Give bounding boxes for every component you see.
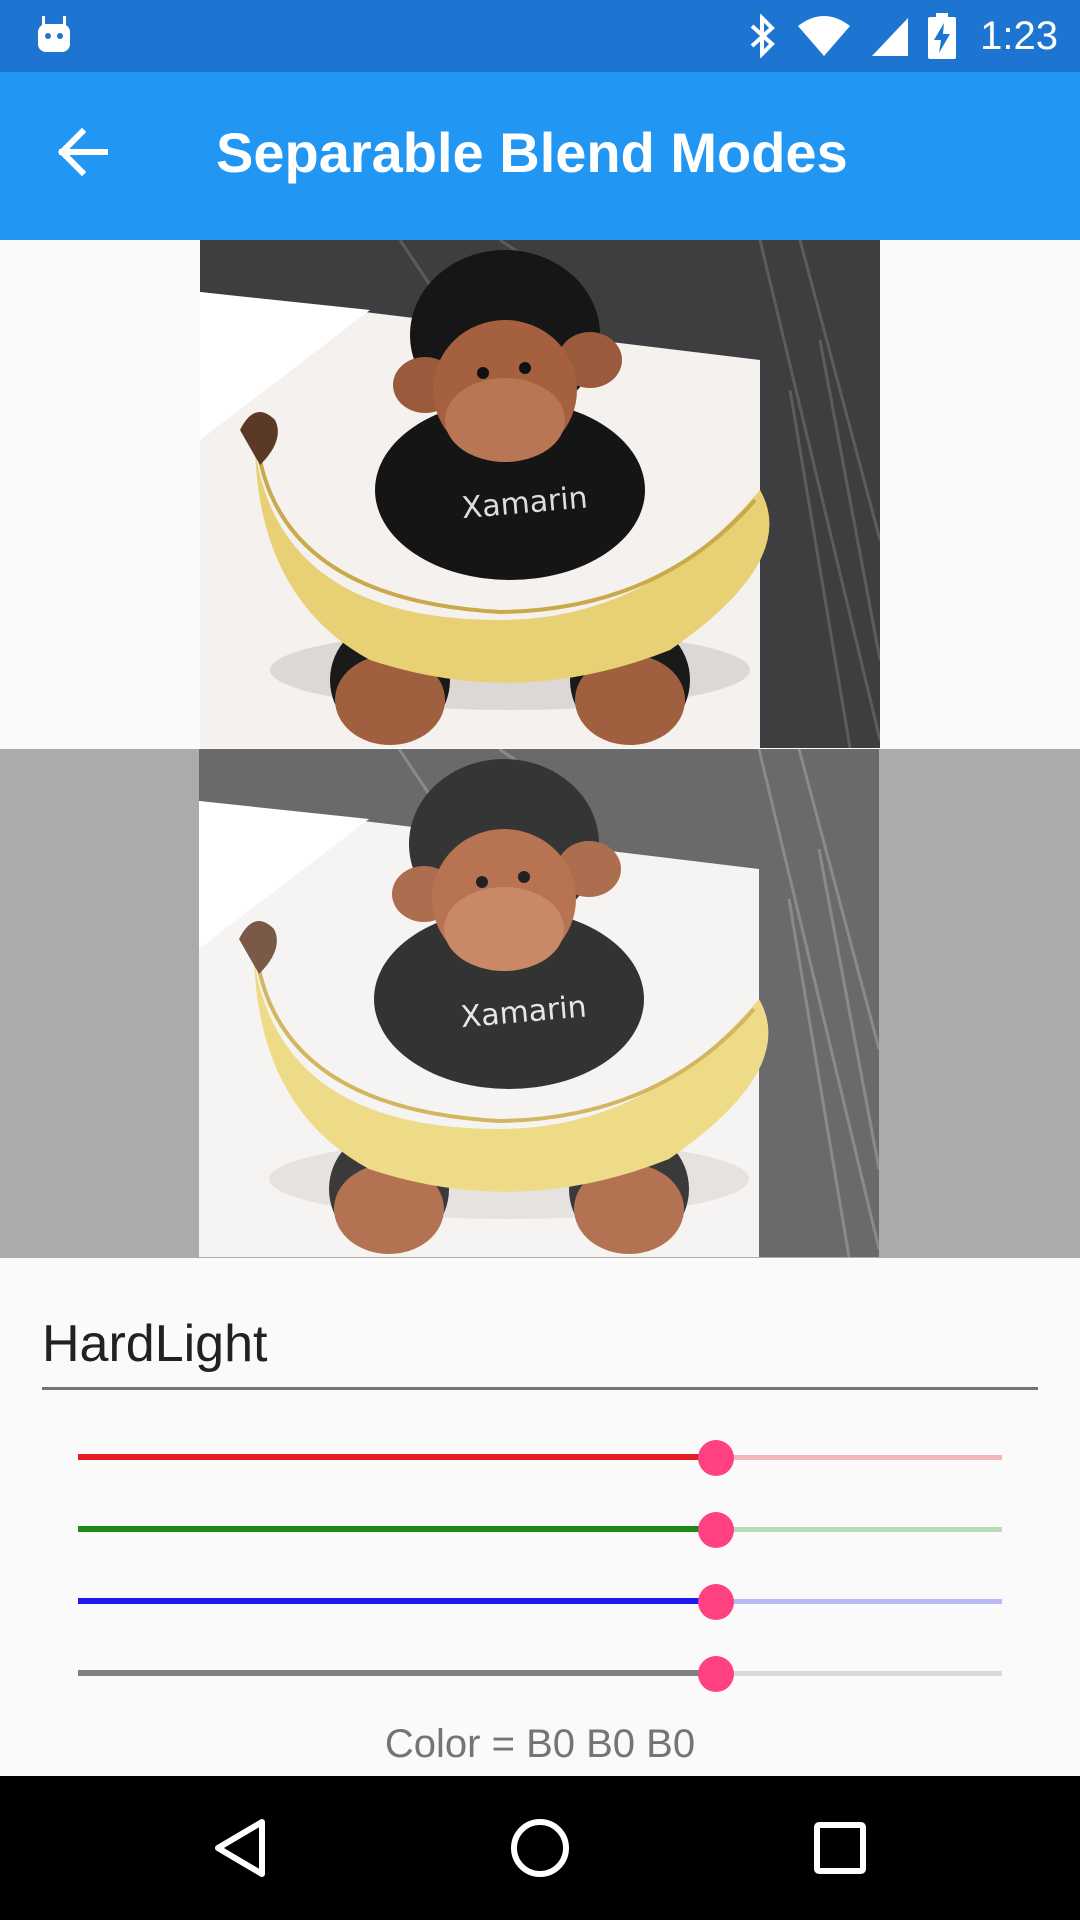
blue-slider[interactable]	[78, 1577, 1002, 1627]
blue-slider-fill	[78, 1598, 716, 1604]
cell-signal-icon	[872, 18, 909, 56]
back-button[interactable]	[42, 112, 122, 192]
app-bar: Separable Blend Modes	[0, 72, 1080, 240]
home-circle-icon	[511, 1819, 569, 1877]
battery-charging-icon	[928, 13, 957, 59]
red-slider-thumb[interactable]	[697, 1440, 734, 1476]
blend-mode-picker[interactable]: HardLight	[42, 1300, 1038, 1390]
monkey-banana-photo: Xamarin	[200, 240, 880, 748]
arrow-back-icon	[57, 128, 108, 176]
gray-slider-thumb[interactable]	[697, 1656, 734, 1692]
page-title: Separable Blend Modes	[216, 121, 848, 184]
blend-mode-selected: HardLight	[42, 1315, 268, 1373]
recents-square-icon	[814, 1822, 866, 1874]
gray-slider-fill	[78, 1670, 716, 1676]
green-slider[interactable]	[78, 1505, 1002, 1555]
green-slider-fill	[78, 1526, 716, 1532]
status-clock: 1:23	[980, 13, 1058, 58]
blended-photo: Xamarin	[199, 749, 879, 1257]
color-readout: Color = B0 B0 B0	[384, 1722, 696, 1766]
gray-slider[interactable]	[78, 1649, 1002, 1699]
wifi-icon	[798, 16, 851, 56]
nav-home-button[interactable]	[498, 1806, 582, 1890]
status-bar: 1:23	[0, 0, 1080, 72]
blend-canvas: Xamarin Xamarin	[0, 240, 1080, 1258]
source-photo: Xamarin	[200, 240, 880, 748]
blue-slider-thumb[interactable]	[697, 1584, 734, 1620]
android-notification-icon	[38, 16, 70, 52]
green-slider-thumb[interactable]	[697, 1512, 734, 1548]
nav-recents-button[interactable]	[798, 1806, 882, 1890]
red-slider-fill	[78, 1454, 716, 1460]
system-nav-bar	[0, 1776, 1080, 1920]
back-triangle-icon	[215, 1819, 265, 1877]
bluetooth-icon	[750, 14, 776, 58]
nav-back-button[interactable]	[198, 1806, 282, 1890]
monkey-banana-blended-photo: Xamarin	[199, 749, 879, 1257]
red-slider[interactable]	[78, 1433, 1002, 1483]
